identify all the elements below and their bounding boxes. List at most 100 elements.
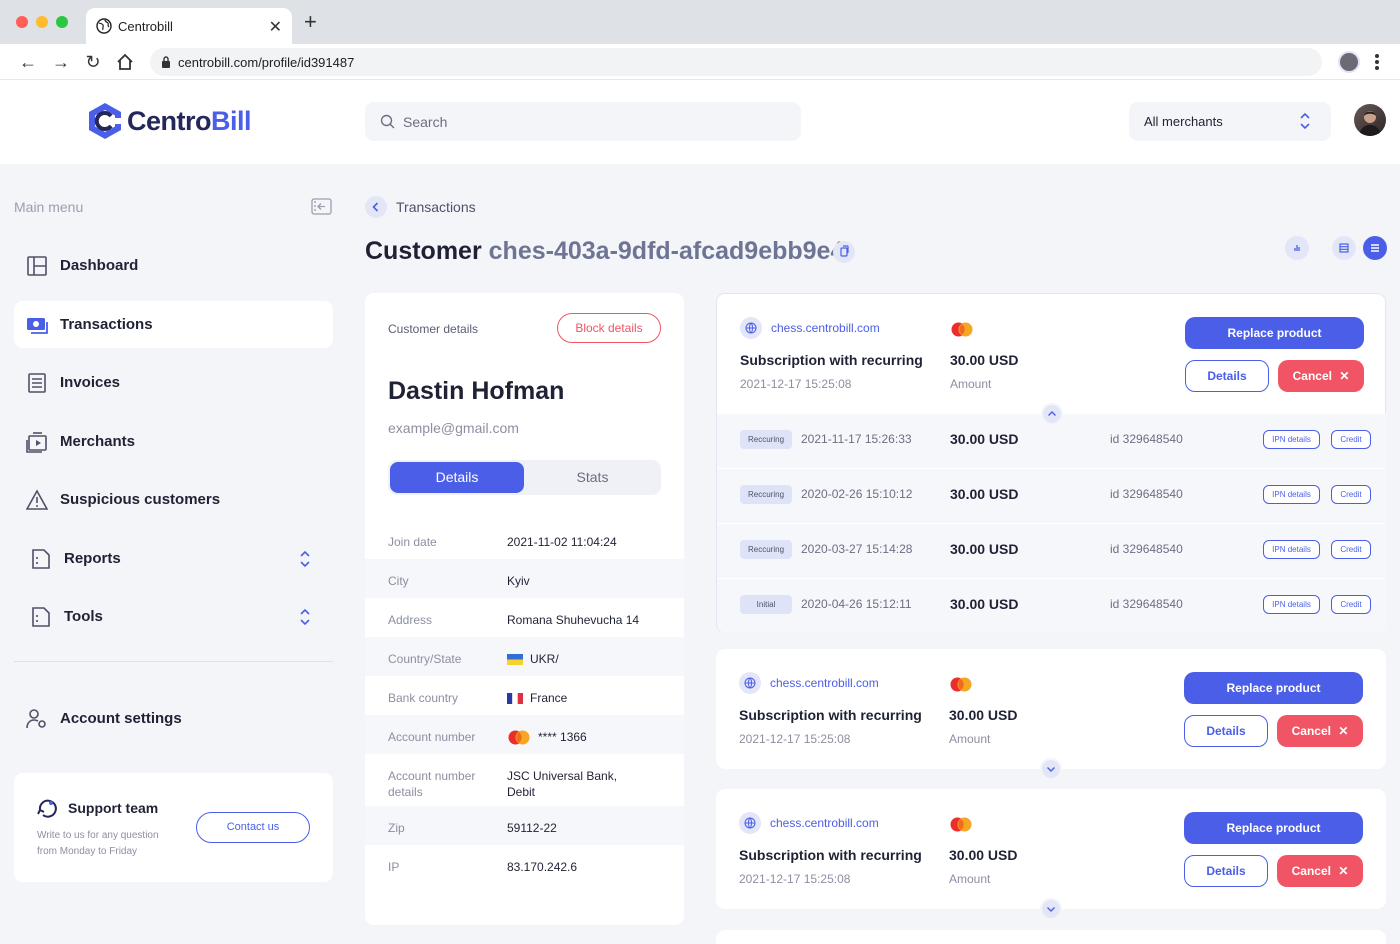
detail-value: 83.170.242.6 [507,860,578,874]
grid-view-button[interactable] [1332,236,1356,260]
sidebar-item-reports[interactable]: Reports [14,535,333,582]
site-link[interactable]: chess.centrobill.com [770,816,879,830]
detail-key: Account number details [388,769,476,799]
user-avatar[interactable] [1354,104,1386,136]
forward-arrow-icon[interactable]: → [50,51,72,73]
copy-button[interactable] [833,241,855,263]
replace-product-button[interactable]: Replace product [1184,672,1363,704]
browser-toolbar: ← → ↻ centrobill.com/profile/id391487 [0,44,1400,80]
sidebar-item-dashboard[interactable]: Dashboard [14,242,333,289]
detail-key: City [388,574,409,588]
transaction-name: Subscription with recurring [739,847,922,863]
details-button[interactable]: Details [1185,360,1269,392]
profile-avatar[interactable] [1338,51,1360,73]
sidebar-item-label: Merchants [60,433,136,450]
chevron-updown-icon[interactable] [299,548,311,570]
credit-button[interactable]: Credit [1331,595,1371,614]
ipn-details-button[interactable]: IPN details [1263,595,1320,614]
logo-text-bill: Bill [211,105,252,136]
detail-value: Romana Shuhevucha 14 [507,613,640,627]
close-icon: ✕ [1338,864,1349,878]
sub-amount: 30.00 USD [950,431,1019,447]
type-badge: Reccuring [740,430,793,449]
transaction-card: chess.centrobill.com Subscription with r… [716,789,1386,920]
cancel-button[interactable]: Cancel ✕ [1277,855,1363,887]
home-icon[interactable] [114,51,136,73]
dashboard-icon [27,256,47,276]
detail-value-with-card: **** 1366 [507,729,587,745]
credit-button[interactable]: Credit [1331,430,1371,449]
cancel-button[interactable]: Cancel ✕ [1278,360,1364,392]
chart-view-button[interactable] [1285,236,1309,260]
chevron-updown-icon[interactable] [299,606,311,628]
ipn-details-button[interactable]: IPN details [1263,540,1320,559]
tab-stats[interactable]: Stats [526,462,659,493]
details-button[interactable]: Details [1184,715,1268,747]
close-icon: ✕ [1339,369,1350,383]
sidebar-item-account-settings[interactable]: Account settings [14,695,333,742]
reload-icon[interactable]: ↻ [82,51,104,73]
details-button[interactable]: Details [1184,855,1268,887]
sidebar-item-tools[interactable]: Tools [14,593,333,640]
detail-key: Join date [388,535,437,549]
window-close-dot[interactable] [16,16,28,28]
detail-value-with-flag: UKR/ [507,651,559,667]
transaction-name: Subscription with recurring [739,707,922,723]
tab-details[interactable]: Details [390,462,524,493]
ipn-details-button[interactable]: IPN details [1263,485,1320,504]
transaction-amount-label: Amount [949,732,991,746]
close-icon[interactable]: ✕ [269,17,282,37]
collapse-toggle[interactable] [1041,403,1063,425]
credit-button[interactable]: Credit [1331,485,1371,504]
transaction-card: chess.centrobill.com Subscription with r… [716,293,1387,633]
grid-icon [1339,243,1349,253]
transaction-site[interactable]: chess.centrobill.com [739,812,879,834]
browser-tab[interactable]: Centrobill ✕ [86,8,292,44]
back-button[interactable] [365,196,387,218]
window-maximize-dot[interactable] [56,16,68,28]
transaction-site[interactable]: chess.centrobill.com [740,317,880,339]
replace-product-button[interactable]: Replace product [1184,812,1363,844]
kebab-icon[interactable] [1372,52,1382,72]
sidebar-item-invoices[interactable]: Invoices [14,359,333,406]
logo-mark [89,103,122,139]
support-icon [37,799,57,818]
block-details-button[interactable]: Block details [557,313,661,343]
detail-value: UKR/ [530,652,559,666]
transaction-site[interactable]: chess.centrobill.com [739,672,879,694]
back-arrow-icon[interactable]: ← [17,51,39,73]
list-view-button[interactable] [1363,236,1387,260]
detail-row: City Kyiv [365,559,684,598]
address-bar[interactable]: centrobill.com/profile/id391487 [150,48,1322,76]
site-link[interactable]: chess.centrobill.com [770,676,879,690]
detail-value: JSC Universal Bank, Debit [507,769,618,799]
search-input[interactable]: Search [365,102,801,141]
cancel-button[interactable]: Cancel ✕ [1277,715,1363,747]
merchant-select[interactable]: All merchants [1129,102,1331,141]
sub-id: id 329648540 [1110,487,1183,501]
sidebar-item-merchants[interactable]: Merchants [14,418,333,465]
logo[interactable]: CentroBill [86,101,252,141]
plus-icon[interactable]: + [304,11,317,33]
detail-row: Account number details JSC Universal Ban… [365,754,684,806]
detail-row: Bank country France [365,676,684,715]
merchant-select-value: All merchants [1144,114,1223,129]
collapse-sidebar-icon[interactable] [311,198,332,215]
site-link[interactable]: chess.centrobill.com [771,321,880,335]
sidebar-item-transactions[interactable]: Transactions [14,301,333,348]
detail-row: Address Romana Shuhevucha 14 [365,598,684,637]
details-stats-switch: Details Stats [388,460,661,495]
window-minimize-dot[interactable] [36,16,48,28]
expand-toggle[interactable] [1040,758,1062,780]
sidebar-item-suspicious-customers[interactable]: Suspicious customers [14,476,333,523]
sidebar-item-label: Suspicious customers [60,491,221,508]
credit-button[interactable]: Credit [1331,540,1371,559]
sidebar-title: Main menu [14,199,84,215]
cancel-label: Cancel [1291,864,1331,878]
ipn-details-button[interactable]: IPN details [1263,430,1320,449]
search-placeholder: Search [403,113,448,130]
replace-product-button[interactable]: Replace product [1185,317,1364,349]
expand-toggle[interactable] [1040,898,1062,920]
contact-us-button[interactable]: Contact us [196,812,310,843]
breadcrumb[interactable]: Transactions [396,199,476,215]
